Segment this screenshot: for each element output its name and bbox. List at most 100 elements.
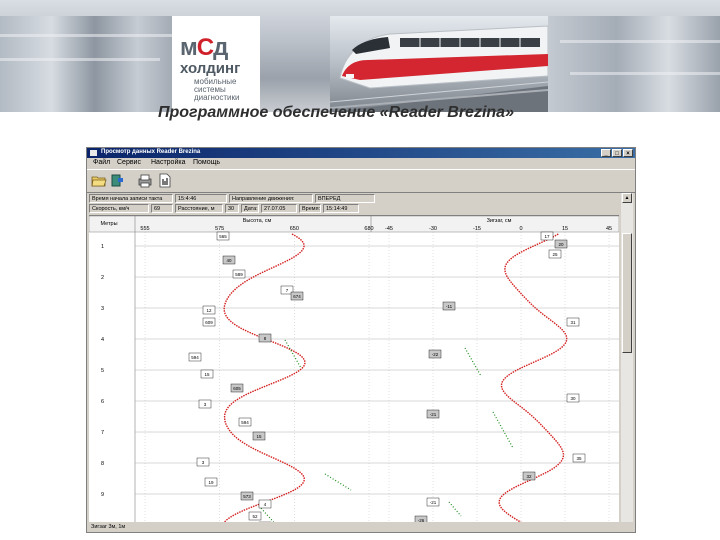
x-tick-label: 650: [290, 226, 299, 232]
callout-label: 565: [219, 234, 227, 239]
start-time-label: Время начала записи такта: [89, 194, 173, 203]
callout-label: 52: [252, 514, 258, 519]
y-tick-label: 8: [101, 461, 104, 467]
motion-blur-right: [548, 16, 720, 112]
minimize-button[interactable]: _: [601, 149, 611, 157]
time-label: Время:: [299, 204, 321, 213]
scroll-thumb[interactable]: [622, 233, 632, 353]
callout-label: 12: [206, 308, 212, 313]
y-tick-label: 4: [101, 337, 104, 343]
callout-label: 15: [256, 434, 262, 439]
window-titlebar[interactable]: Просмотр данных Reader Brezina _ □ ×: [87, 148, 635, 158]
y-tick-label: 6: [101, 399, 104, 405]
height-series-line: [220, 233, 306, 532]
secondary-series-segment: [464, 347, 482, 377]
callout-label: 589: [235, 272, 243, 277]
app-icon: [90, 150, 97, 156]
status-text: Зигзаг 3м, 1м: [91, 524, 126, 530]
callout-label: 25: [552, 252, 558, 257]
menu-file[interactable]: Файл: [93, 159, 110, 166]
menu-settings[interactable]: Настройка: [151, 159, 185, 166]
y-axis-label: Метры: [100, 221, 117, 227]
secondary-series-segment: [324, 473, 352, 491]
distance-value: 30: [225, 204, 239, 213]
app-window: Просмотр данных Reader Brezina _ □ × Фай…: [86, 147, 636, 533]
close-button[interactable]: ×: [623, 149, 633, 157]
exit-icon[interactable]: [109, 173, 125, 188]
maximize-button[interactable]: □: [612, 149, 622, 157]
window-title: Просмотр данных Reader Brezina: [101, 149, 201, 155]
callout-label: 30: [570, 396, 576, 401]
callout-label: -22: [432, 352, 439, 357]
callout-label: 35: [576, 456, 582, 461]
y-tick-label: 1: [101, 244, 104, 250]
callout-label: 605: [233, 386, 241, 391]
callout-label: 573: [243, 494, 251, 499]
menu-help[interactable]: Помощь: [193, 159, 220, 166]
speed-label: Скорость, км/ч: [89, 204, 149, 213]
x-tick-label: -15: [473, 226, 481, 232]
zigzag-series-line: [498, 233, 568, 532]
y-tick-label: 2: [101, 275, 104, 281]
scroll-up-icon[interactable]: ▲: [622, 193, 632, 203]
company-logo: мСд холдинг мобильные системы диагностик…: [172, 16, 260, 112]
logo-holding-text: холдинг: [180, 60, 241, 77]
secondary-series-segment: [448, 501, 462, 517]
y-tick-label: 3: [101, 306, 104, 312]
panel-title: Высота, см: [243, 218, 272, 224]
distance-label: Расстояние, м: [175, 204, 223, 213]
y-tick-label: 7: [101, 430, 104, 436]
callout-label: -21: [430, 500, 437, 505]
callout-label: -11: [446, 304, 453, 309]
slide-title: Программное обеспечение «Reader Brezina»: [158, 104, 514, 121]
panel-title: Зигзаг, см: [487, 218, 512, 224]
callout-label: 40: [226, 258, 232, 263]
direction-value: ВПЕРЕД: [315, 194, 375, 203]
x-tick-label: 45: [606, 226, 612, 232]
time-value: 15:14:49: [323, 204, 359, 213]
menu-bar: Файл Сервис Настройка Помощь: [87, 158, 635, 169]
train-image: [330, 16, 548, 112]
callout-label: 15: [204, 372, 210, 377]
date-label: Дата:: [241, 204, 259, 213]
logo-wordmark: мСд: [180, 34, 228, 61]
measurement-plot[interactable]: Метры Высота, см 555 575 650 680 Зигзаг, см -45…: [88, 215, 620, 532]
logo-tagline: мобильные системы диагностики: [194, 77, 240, 102]
callout-label: 19: [208, 480, 214, 485]
secondary-series-segment: [492, 411, 514, 449]
x-tick-label: 680: [364, 226, 373, 232]
menu-service[interactable]: Сервис: [117, 159, 141, 166]
motion-blur-left: [0, 16, 172, 112]
session-info-panel: Время начала записи такта 15:4:46 Направ…: [89, 193, 633, 215]
callout-label: 594: [241, 420, 249, 425]
plot-canvas: Метры Высота, см555 575 650 680Зигзаг, см-45…: [88, 215, 620, 532]
train-illustration: [330, 25, 548, 112]
callout-label: 674: [293, 294, 301, 299]
callout-label: 609: [205, 320, 213, 325]
y-tick-label: 5: [101, 368, 104, 374]
x-tick-label: 0: [519, 226, 522, 232]
direction-label: Направление движения:: [229, 194, 313, 203]
x-tick-label: 555: [140, 226, 149, 232]
x-tick-label: 575: [215, 226, 224, 232]
start-time-value: 15:4:46: [175, 194, 227, 203]
plot-header: [88, 215, 620, 233]
callout-label: 31: [570, 320, 576, 325]
open-folder-icon[interactable]: [91, 173, 107, 188]
callout-label: 32: [526, 474, 532, 479]
report-icon[interactable]: [157, 173, 173, 188]
header-banner: мСд холдинг мобильные системы диагностик…: [0, 0, 720, 112]
callout-label: 20: [558, 242, 564, 247]
x-tick-label: -45: [385, 226, 393, 232]
callout-label: 594: [191, 355, 199, 360]
print-icon[interactable]: [137, 173, 153, 188]
speed-value: 69: [151, 204, 173, 213]
toolbar: [87, 169, 635, 193]
x-tick-label: 15: [562, 226, 568, 232]
status-bar: Зигзаг 3м, 1м: [87, 522, 635, 532]
callout-label: -21: [430, 412, 437, 417]
x-tick-label: -30: [429, 226, 437, 232]
callout-label: 17: [544, 234, 550, 239]
vertical-scrollbar[interactable]: ▲: [621, 193, 633, 532]
y-tick-label: 9: [101, 492, 104, 498]
